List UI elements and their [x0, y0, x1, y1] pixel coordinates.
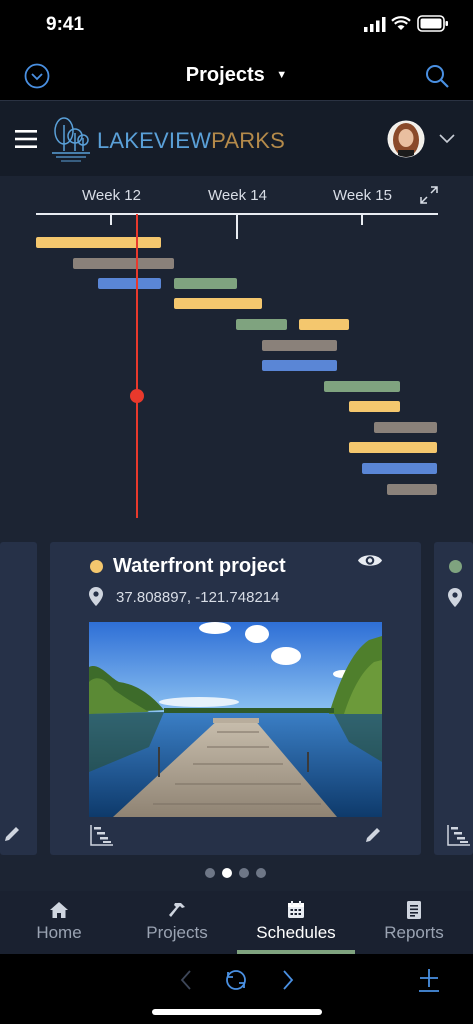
add-icon[interactable] [418, 967, 440, 993]
page-dot[interactable] [239, 868, 249, 878]
search-icon[interactable] [424, 63, 450, 89]
task-bar[interactable] [349, 442, 437, 453]
today-handle[interactable] [130, 389, 144, 403]
status-dot [90, 560, 103, 573]
task-bar[interactable] [387, 484, 437, 495]
home-indicator [152, 1009, 322, 1015]
tab-reports-label: Reports [384, 923, 444, 942]
status-time: 9:41 [46, 14, 85, 35]
gantt-timeline: Week 12 Week 14 Week 15 [0, 176, 473, 526]
tab-schedules-label: Schedules [256, 923, 336, 942]
chevron-left-icon[interactable] [179, 969, 193, 991]
eye-icon[interactable] [357, 552, 383, 569]
tab-bar: Home Projects Schedules Reports [0, 891, 473, 954]
caret-down-icon: ▼ [276, 69, 288, 81]
location-pin-icon [448, 588, 462, 607]
tab-home-label: Home [36, 923, 82, 942]
task-bar[interactable] [262, 340, 337, 351]
task-bar[interactable] [73, 258, 174, 269]
project-card[interactable]: Waterfront project 37.808897, -121.74821… [50, 542, 421, 855]
project-coordinates: 37.808897, -121.748214 [116, 589, 280, 606]
project-card-next[interactable] [434, 542, 473, 855]
task-bar[interactable] [374, 422, 437, 433]
task-bar[interactable] [236, 319, 287, 330]
pencil-icon[interactable] [364, 826, 382, 844]
task-bar[interactable] [98, 278, 161, 289]
task-bar[interactable] [299, 319, 349, 330]
week-label: Week 15 [333, 187, 392, 204]
chevron-right-icon[interactable] [281, 969, 295, 991]
page-indicator[interactable] [205, 866, 269, 880]
status-dot [449, 560, 462, 573]
project-title[interactable]: Waterfront project [113, 555, 286, 578]
task-bar[interactable] [262, 360, 337, 371]
hamburger-menu-icon[interactable] [15, 129, 37, 149]
brand-name: LAKEVIEWPARKS [97, 128, 285, 154]
tab-schedules[interactable]: Schedules [237, 891, 355, 954]
today-line[interactable] [136, 214, 138, 518]
battery-icon [417, 15, 448, 32]
week-label: Week 12 [82, 187, 141, 204]
chevron-down-icon[interactable] [439, 134, 455, 144]
document-icon [407, 901, 421, 919]
task-bar[interactable] [324, 381, 400, 392]
home-icon [50, 902, 68, 918]
axis-tick [361, 213, 363, 225]
task-bar[interactable] [36, 237, 161, 248]
location-pin-icon [89, 587, 103, 606]
status-bar: 9:41 [0, 0, 473, 50]
pencil-icon[interactable] [3, 825, 21, 843]
wifi-icon [391, 16, 411, 30]
week-label: Week 14 [208, 187, 267, 204]
project-photo[interactable] [89, 622, 382, 817]
gantt-chart-icon[interactable] [446, 823, 472, 847]
tab-projects-label: Projects [146, 923, 208, 942]
axis-tick [236, 213, 238, 239]
tab-home[interactable]: Home [0, 891, 118, 954]
page-dot-active[interactable] [222, 868, 232, 878]
tab-reports[interactable]: Reports [355, 891, 473, 954]
page-dot[interactable] [256, 868, 266, 878]
task-bar[interactable] [362, 463, 437, 474]
signal-icon [364, 17, 386, 32]
refresh-icon[interactable] [223, 967, 249, 993]
brand-name-part1: LAKEVIEW [97, 128, 212, 153]
gantt-chart-icon[interactable] [89, 823, 115, 847]
nav-title[interactable]: Projects ▼ [0, 64, 473, 87]
lakeview-parks-logo-icon [52, 117, 90, 162]
nav-bar: Projects ▼ [0, 50, 473, 100]
nav-title-text: Projects [185, 64, 265, 86]
axis-tick [110, 213, 112, 225]
task-bar[interactable] [174, 298, 262, 309]
app-header: LAKEVIEWPARKS [0, 100, 473, 177]
avatar[interactable] [387, 120, 425, 158]
expand-icon[interactable] [419, 185, 439, 205]
bottom-toolbar [0, 954, 473, 1024]
page-dot[interactable] [205, 868, 215, 878]
project-card-previous[interactable] [0, 542, 37, 855]
brand-name-part2: PARKS [211, 128, 286, 153]
task-bar[interactable] [174, 278, 237, 289]
calendar-icon [288, 901, 304, 918]
tab-projects[interactable]: Projects [118, 891, 236, 954]
task-bar[interactable] [349, 401, 400, 412]
hammer-icon [169, 903, 185, 917]
